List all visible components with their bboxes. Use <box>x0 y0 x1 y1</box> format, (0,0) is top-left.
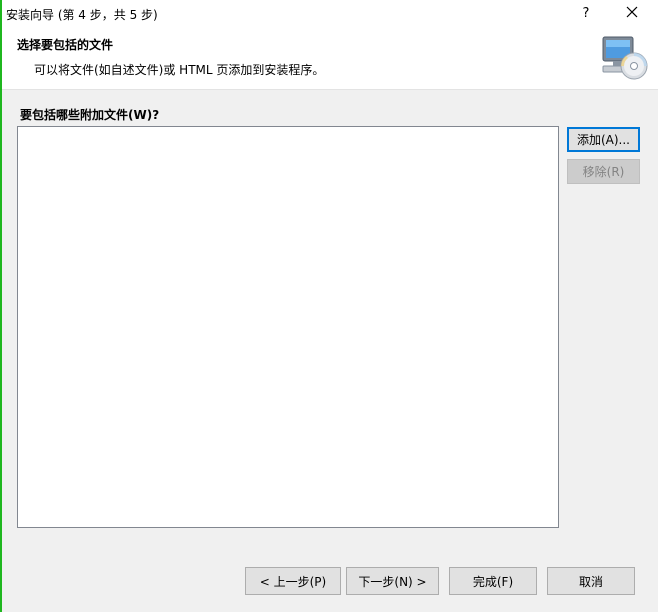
remove-file-button[interactable]: 移除(R) <box>567 159 640 184</box>
next-button[interactable]: 下一步(N) > <box>346 567 439 595</box>
close-icon <box>626 6 638 22</box>
step-title: 选择要包括的文件 <box>17 38 114 52</box>
window-title: 安装向导 (第 4 步，共 5 步) <box>6 8 158 22</box>
wizard-header: 选择要包括的文件 可以将文件(如自述文件)或 HTML 页添加到安装程序。 <box>2 27 658 90</box>
add-file-button[interactable]: 添加(A)... <box>567 127 640 152</box>
cancel-button[interactable]: 取消 <box>547 567 635 595</box>
additional-files-label: 要包括哪些附加文件(W)? <box>20 108 160 122</box>
additional-files-list[interactable] <box>17 126 559 528</box>
step-description: 可以将文件(如自述文件)或 HTML 页添加到安装程序。 <box>34 63 325 77</box>
setup-wizard-window: 安装向导 (第 4 步，共 5 步) ? 选择要包括的文件 可以将文件(如自述文… <box>2 0 658 612</box>
back-button[interactable]: < 上一步(P) <box>245 567 341 595</box>
finish-button[interactable]: 完成(F) <box>449 567 537 595</box>
setup-computer-cd-icon <box>600 33 650 81</box>
help-button[interactable]: ? <box>564 0 608 27</box>
title-bar[interactable]: 安装向导 (第 4 步，共 5 步) ? <box>2 0 658 27</box>
close-button[interactable] <box>610 0 654 27</box>
